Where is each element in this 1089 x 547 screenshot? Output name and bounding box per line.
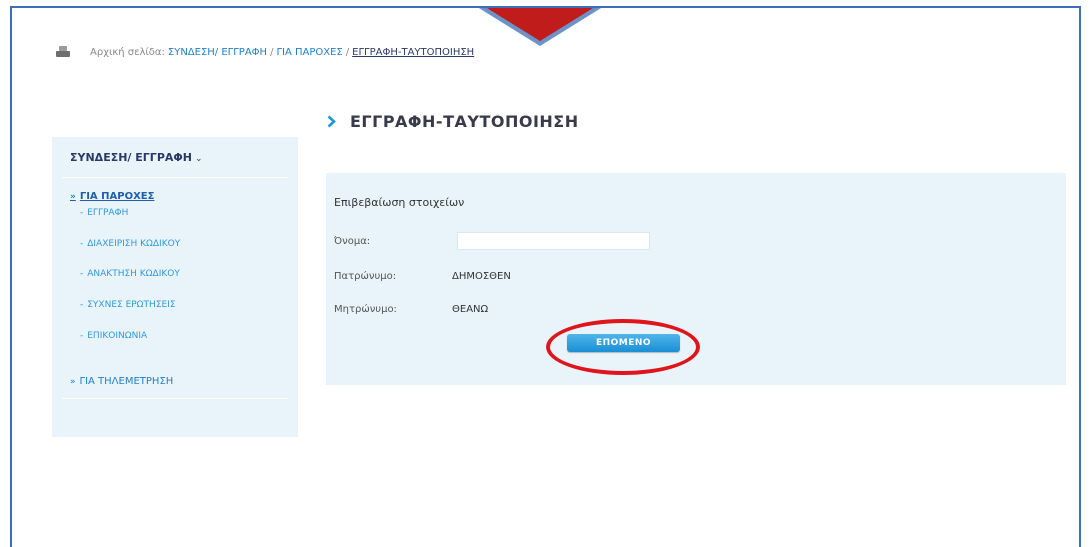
sidebar-item-label: ΣΥΧΝΕΣ ΕΡΩΤΗΣΕΙΣ (87, 300, 176, 310)
field-label-name: Όνομα: (334, 236, 371, 247)
sidebar-item-register[interactable]: - ΕΓΓΡΑΦΗ (80, 208, 128, 218)
field-label-mothers-name: Μητρώνυμο: (334, 304, 397, 315)
sidebar-item-contact[interactable]: - ΕΠΙΚΟΙΝΩΝΙΑ (80, 331, 147, 341)
breadcrumb-current[interactable]: ΕΓΓΡΑΦΗ-ΤΑΥΤΟΠΟΙΗΣΗ (352, 47, 474, 58)
field-row-mothers-name: Μητρώνυμο: ΘΕΑΝΩ (334, 304, 488, 315)
sidebar-item-faq[interactable]: - ΣΥΧΝΕΣ ΕΡΩΤΗΣΕΙΣ (80, 300, 176, 310)
sidebar-title[interactable]: ΣΥΝΔΕΣΗ/ ΕΓΓΡΑΦΗ ⌄ (70, 151, 203, 164)
confirmation-panel: Επιβεβαίωση στοιχείων Όνομα: Πατρώνυμο: Δ… (326, 173, 1066, 385)
next-button[interactable]: ΕΠΟΜΕΝΟ (567, 334, 680, 352)
breadcrumb-link-login[interactable]: ΣΥΝΔΕΣΗ/ ΕΓΓΡΑΦΗ (168, 47, 267, 58)
double-chevron-icon: » (70, 192, 76, 202)
bullet-dash: - (80, 331, 84, 341)
field-row-name: Όνομα: (334, 236, 452, 247)
breadcrumb-separator: / (345, 46, 350, 58)
printer-icon[interactable] (56, 46, 70, 58)
panel-title: Επιβεβαίωση στοιχείων (334, 196, 465, 209)
chevron-right-icon (327, 115, 336, 128)
field-label-fathers-name: Πατρώνυμο: (334, 271, 397, 282)
sidebar-item-label: ΕΓΓΡΑΦΗ (87, 208, 129, 218)
field-value-fathers-name: ΔΗΜΟΣΘΕΝ (452, 271, 511, 282)
sidebar-title-label: ΣΥΝΔΕΣΗ/ ΕΓΓΡΑΦΗ (70, 151, 192, 164)
sidebar-group-providers[interactable]: » ΓΙΑ ΠΑΡΟΧΕΣ (70, 191, 154, 202)
sidebar-group-label: ΓΙΑ ΤΗΛΕΜΕΤΡΗΣΗ (79, 376, 174, 387)
redacted-name-value (457, 232, 650, 250)
breadcrumb-prefix: Αρχική σελίδα: (90, 46, 165, 58)
sidebar-divider (62, 398, 288, 399)
breadcrumb: Αρχική σελίδα: ΣΥΝΔΕΣΗ/ ΕΓΓΡΑΦΗ / ΓΙΑ ΠΑ… (56, 46, 474, 58)
sidebar-item-password-recovery[interactable]: - ΑΝΑΚΤΗΣΗ ΚΩΔΙΚΟΥ (80, 269, 180, 279)
field-row-fathers-name: Πατρώνυμο: ΔΗΜΟΣΘΕΝ (334, 271, 511, 282)
sidebar-item-label: ΕΠΙΚΟΙΝΩΝΙΑ (87, 331, 148, 341)
breadcrumb-separator: / (270, 46, 274, 58)
page-title: ΕΓΓΡΑΦΗ-ΤΑΥΤΟΠΟΙΗΣΗ (350, 112, 579, 131)
sidebar: ΣΥΝΔΕΣΗ/ ΕΓΓΡΑΦΗ ⌄ » ΓΙΑ ΠΑΡΟΧΕΣ - ΕΓΓΡΑΦΗ … (52, 137, 298, 437)
bullet-dash: - (80, 208, 84, 218)
field-value-mothers-name: ΘΕΑΝΩ (452, 304, 489, 315)
sidebar-item-label: ΔΙΑΧΕΙΡΙΣΗ ΚΩΔΙΚΟΥ (87, 239, 181, 249)
chevron-down-icon: ⌄ (194, 154, 203, 164)
breadcrumb-link-providers[interactable]: ΓΙΑ ΠΑΡΟΧΕΣ (276, 47, 342, 58)
bullet-dash: - (80, 239, 84, 249)
pointer-arrow (482, 8, 598, 41)
sidebar-divider (62, 177, 288, 178)
sidebar-item-password-management[interactable]: - ΔΙΑΧΕΙΡΙΣΗ ΚΩΔΙΚΟΥ (80, 239, 180, 249)
sidebar-group-telemetry[interactable]: » ΓΙΑ ΤΗΛΕΜΕΤΡΗΣΗ (70, 376, 173, 387)
sidebar-item-label: ΑΝΑΚΤΗΣΗ ΚΩΔΙΚΟΥ (87, 269, 180, 279)
page-heading: ΕΓΓΡΑΦΗ-ΤΑΥΤΟΠΟΙΗΣΗ (327, 112, 579, 131)
sidebar-group-label: ΓΙΑ ΠΑΡΟΧΕΣ (79, 191, 155, 202)
bullet-dash: - (80, 300, 84, 310)
double-chevron-icon: » (70, 377, 76, 387)
bullet-dash: - (80, 269, 84, 279)
